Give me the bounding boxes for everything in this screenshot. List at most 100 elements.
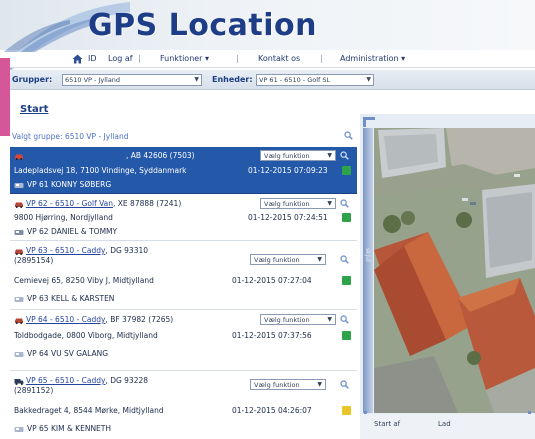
vehicle-address: Ladepladsvej 18, 7100 Vindinge, Syddanma… (14, 166, 187, 175)
vehicle-plate-code: (2895154) (14, 256, 54, 265)
satellite-map[interactable] (374, 128, 535, 413)
vehicle-address: Cemievej 65, 8250 Viby J, Midtjylland (14, 276, 154, 285)
vehicle-title-suffix: , AB 42606 (7503) (126, 151, 195, 160)
top-nav: ID Log af | Funktioner ▾ | Kontakt os | … (0, 52, 535, 68)
driver-icon (14, 351, 24, 357)
vehicle-timestamp: 01-12-2015 07:09:23 (248, 166, 328, 175)
nav-separator: | (320, 54, 323, 63)
vehicle-driver: VP 65 KIM & KENNETH (14, 424, 111, 433)
selected-group-text: Valgt gruppe: 6510 VP - Jylland (12, 132, 129, 141)
vehicle-title: VP 62 - 6510 - Golf Van, XE 87888 (7241) (26, 199, 181, 208)
unit-label: Enheder: (212, 75, 253, 84)
nav-item-kontakt[interactable]: Kontakt os (258, 54, 300, 63)
vehicle-title-suffix: , DG 93310 (105, 246, 149, 255)
car-icon (15, 154, 23, 160)
vehicle-row[interactable]: VP 64 - 6510 - Caddy, BF 37982 (7265) Væ… (10, 311, 357, 371)
splitter-label: skjul (364, 248, 371, 262)
nav-separator: | (236, 54, 239, 63)
map-footer: Start af Lad (360, 414, 535, 439)
driver-name: VP 61 KONNY SØBERG (27, 180, 112, 189)
vehicle-title-suffix: , XE 87888 (7241) (113, 199, 182, 208)
function-select-value: Vælg funktion (264, 200, 310, 208)
status-badge (342, 331, 351, 340)
function-select[interactable]: Vælg funktion ▼ (260, 150, 336, 161)
start-link[interactable]: Start (20, 104, 48, 115)
unit-select-value: VP 61 - 6510 - Golf SL (259, 76, 331, 84)
vehicle-list: , AB 42606 (7503) Vælg funktion ▼ Ladepl… (10, 145, 357, 439)
function-select-value: Vælg funktion (254, 381, 300, 389)
app-window: GPS Location ID Log af | Funktioner ▾ | … (0, 0, 535, 439)
driver-icon (14, 182, 24, 188)
search-icon[interactable] (340, 199, 349, 208)
driver-icon (14, 296, 24, 302)
filter-bar: Grupper: 6510 VP - Jylland ▼ Enheder: VP… (0, 70, 535, 90)
map-footer-right[interactable]: Lad (438, 420, 451, 428)
unit-select[interactable]: VP 61 - 6510 - Golf SL ▼ (256, 74, 374, 86)
function-select-value: Vælg funktion (264, 152, 310, 160)
driver-name: VP 63 KELL & KARSTEN (27, 294, 115, 303)
vehicle-title-link[interactable]: VP 64 - 6510 - Caddy (26, 315, 105, 324)
nav-item-administration[interactable]: Administration ▾ (340, 54, 405, 63)
vehicle-title-suffix: , DG 93228 (105, 376, 149, 385)
vehicle-timestamp: 01-12-2015 07:37:56 (232, 331, 312, 340)
vehicle-title-suffix: , BF 37982 (7265) (105, 315, 174, 324)
car-icon (15, 249, 23, 255)
nav-item-logout[interactable]: Log af (108, 54, 133, 63)
vehicle-title-link[interactable]: VP 65 - 6510 - Caddy (26, 376, 105, 385)
driver-name: VP 64 VU SV GALANG (27, 349, 109, 358)
search-icon[interactable] (340, 255, 349, 264)
header: GPS Location (0, 0, 535, 70)
map-footer-left[interactable]: Start af (374, 420, 400, 428)
nav-separator: | (138, 54, 141, 63)
driver-icon (14, 229, 24, 235)
function-select[interactable]: Vælg funktion ▼ (250, 379, 326, 390)
vehicle-timestamp: 01-12-2015 07:24:51 (248, 213, 328, 222)
search-icon[interactable] (340, 315, 349, 324)
corner-arrow-icon[interactable] (362, 116, 376, 128)
vehicle-driver: VP 61 KONNY SØBERG (14, 180, 111, 189)
vehicle-row[interactable]: VP 62 - 6510 - Golf Van, XE 87888 (7241)… (10, 195, 357, 241)
nav-item-funktioner[interactable]: Funktioner ▾ (160, 54, 209, 63)
chevron-down-icon: ▼ (194, 76, 199, 83)
vehicle-title-link[interactable]: VP 63 - 6510 - Caddy (26, 246, 105, 255)
search-icon[interactable] (344, 131, 353, 140)
vehicle-title: VP 63 - 6510 - Caddy, DG 93310 (26, 246, 148, 255)
function-select-value: Vælg funktion (264, 316, 310, 324)
app-title: GPS Location (88, 8, 318, 43)
function-select-value: Vælg funktion (254, 256, 300, 264)
group-select-value: 6510 VP - Jylland (65, 76, 121, 84)
driver-name: VP 62 DANIEL & TOMMY (27, 227, 118, 236)
driver-name: VP 65 KIM & KENNETH (27, 424, 112, 433)
status-badge (342, 213, 351, 222)
vehicle-driver: VP 63 KELL & KARSTEN (14, 294, 114, 303)
chevron-down-icon: ▼ (327, 200, 332, 207)
vehicle-title: , AB 42606 (7503) (26, 151, 195, 160)
vehicle-row[interactable]: VP 63 - 6510 - Caddy, DG 93310 (2895154)… (10, 242, 357, 310)
vehicle-address: 9800 Hjørring, Nordjylland (14, 213, 113, 222)
status-badge (342, 166, 351, 175)
function-select[interactable]: Vælg funktion ▼ (260, 198, 336, 209)
car-icon (15, 318, 23, 324)
nav-item-id[interactable]: ID (88, 54, 97, 63)
vehicle-driver: VP 62 DANIEL & TOMMY (14, 227, 117, 236)
chevron-down-icon: ▼ (317, 381, 322, 388)
status-badge (342, 406, 351, 415)
vehicle-row[interactable]: , AB 42606 (7503) Vælg funktion ▼ Ladepl… (10, 147, 357, 194)
function-select[interactable]: Vælg funktion ▼ (260, 314, 336, 325)
chevron-down-icon: ▼ (327, 316, 332, 323)
vehicle-row[interactable]: VP 65 - 6510 - Caddy, DG 93228 (2891152)… (10, 372, 357, 439)
side-accent-bar (0, 58, 10, 136)
truck-icon (14, 379, 24, 385)
group-label: Grupper: (12, 75, 53, 84)
function-select[interactable]: Vælg funktion ▼ (250, 254, 326, 265)
chevron-down-icon: ▼ (366, 76, 371, 83)
vehicle-plate-code: (2891152) (14, 386, 54, 395)
vehicle-driver: VP 64 VU SV GALANG (14, 349, 108, 358)
home-icon[interactable] (72, 54, 83, 64)
search-icon[interactable] (340, 151, 349, 160)
vehicle-address: Toldbodgade, 0800 Viborg, Midtjylland (14, 331, 158, 340)
search-icon[interactable] (340, 380, 349, 389)
vehicle-title-link[interactable]: VP 62 - 6510 - Golf Van (26, 199, 113, 208)
group-select[interactable]: 6510 VP - Jylland ▼ (62, 74, 202, 86)
map-splitter-handle[interactable]: skjul (363, 128, 373, 413)
